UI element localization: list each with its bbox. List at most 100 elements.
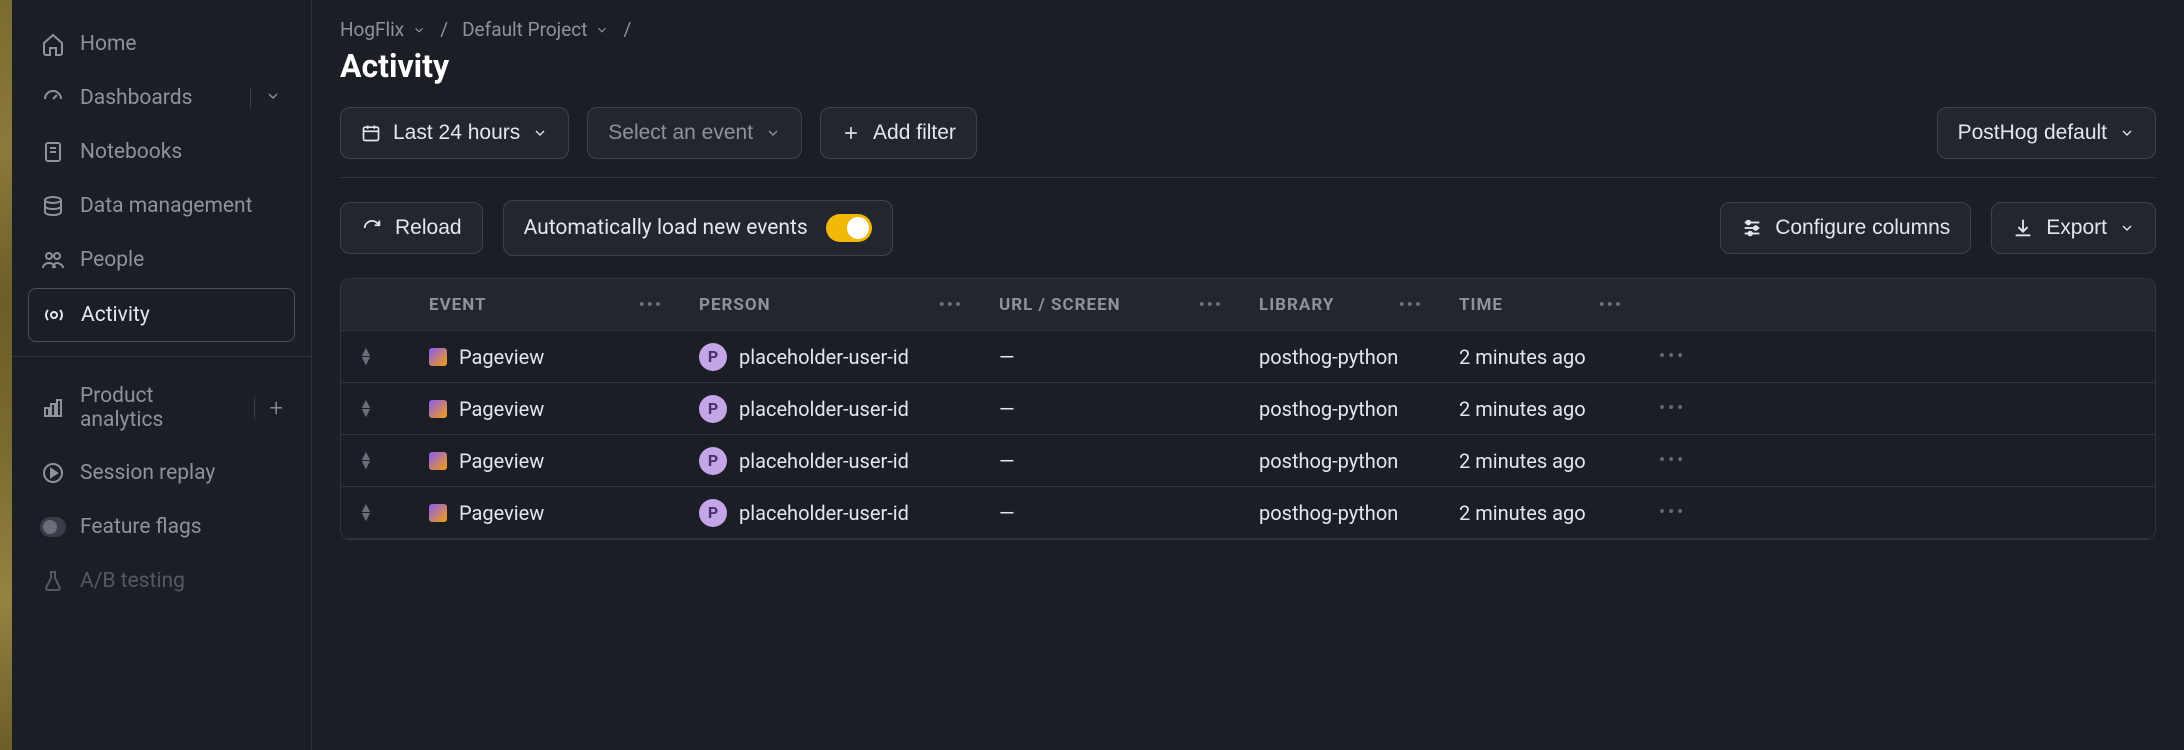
event-name: Pageview	[459, 449, 544, 473]
person-id: placeholder-user-id	[739, 449, 909, 473]
date-range-button[interactable]: Last 24 hours	[340, 107, 569, 159]
expand-handle-icon[interactable]: ▲▼	[359, 452, 373, 469]
url-screen-value: —	[999, 345, 1015, 369]
configure-columns-button[interactable]: Configure columns	[1720, 202, 1971, 254]
col-library[interactable]: LIBRARY •••	[1241, 295, 1441, 315]
divider	[250, 87, 251, 109]
event-type-icon	[429, 348, 447, 366]
avatar: P	[699, 395, 727, 423]
sidebar-item-notebooks[interactable]: Notebooks	[28, 126, 295, 178]
play-icon	[40, 460, 66, 486]
column-menu-icon[interactable]: •••	[1599, 295, 1623, 315]
col-label: LIBRARY	[1259, 295, 1334, 315]
sidebar-item-label: Dashboards	[80, 86, 236, 110]
sidebar-item-label: Activity	[81, 303, 282, 327]
time-value: 2 minutes ago	[1459, 501, 1586, 525]
row-menu-icon[interactable]: •••	[1641, 398, 1711, 419]
add-filter-label: Add filter	[873, 121, 956, 145]
plus-icon[interactable]: +	[269, 394, 283, 422]
column-menu-icon[interactable]: •••	[1199, 295, 1223, 315]
person-id: placeholder-user-id	[739, 397, 909, 421]
breadcrumb-project[interactable]: Default Project	[462, 18, 609, 41]
col-url[interactable]: URL / SCREEN •••	[981, 295, 1241, 315]
sidebar-divider	[12, 356, 311, 357]
action-toolbar: Reload Automatically load new events Con…	[340, 200, 2156, 256]
sidebar-item-label: Product analytics	[80, 384, 240, 432]
avatar: P	[699, 447, 727, 475]
auto-load-switch[interactable]	[826, 214, 872, 242]
sidebar-item-data-management[interactable]: Data management	[28, 180, 295, 232]
export-button[interactable]: Export	[1991, 202, 2156, 254]
activity-icon	[41, 302, 67, 328]
table-row[interactable]: ▲▼ Pageview Pplaceholder-user-id — posth…	[341, 487, 2155, 539]
toggle-icon	[40, 514, 66, 540]
table-row[interactable]: ▲▼ Pageview Pplaceholder-user-id — posth…	[341, 383, 2155, 435]
sidebar-item-session-replay[interactable]: Session replay	[28, 447, 295, 499]
reload-button[interactable]: Reload	[340, 202, 483, 254]
add-filter-button[interactable]: Add filter	[820, 107, 977, 159]
column-menu-icon[interactable]: •••	[639, 295, 663, 315]
people-icon	[40, 247, 66, 273]
avatar: P	[699, 499, 727, 527]
event-select-button[interactable]: Select an event	[587, 107, 802, 159]
col-label: EVENT	[429, 295, 487, 315]
bar-chart-icon	[40, 395, 66, 421]
sliders-icon	[1741, 217, 1763, 239]
breadcrumb-org-label: HogFlix	[340, 18, 404, 41]
row-menu-icon[interactable]: •••	[1641, 450, 1711, 471]
calendar-icon	[361, 123, 381, 143]
sidebar-item-feature-flags[interactable]: Feature flags	[28, 501, 295, 553]
event-type-icon	[429, 504, 447, 522]
event-type-icon	[429, 452, 447, 470]
library-value: posthog-python	[1259, 449, 1398, 473]
column-menu-icon[interactable]: •••	[939, 295, 963, 315]
flask-icon	[40, 568, 66, 594]
sidebar-item-label: Notebooks	[80, 140, 283, 164]
avatar: P	[699, 343, 727, 371]
expand-handle-icon[interactable]: ▲▼	[359, 504, 373, 521]
col-person[interactable]: PERSON •••	[681, 295, 981, 315]
gauge-icon	[40, 85, 66, 111]
breadcrumb-project-label: Default Project	[462, 18, 587, 41]
divider	[254, 397, 255, 419]
sidebar-item-activity[interactable]: Activity	[28, 288, 295, 342]
chevron-down-icon[interactable]	[265, 86, 283, 110]
chevron-down-icon	[595, 23, 609, 37]
column-config-button[interactable]: PostHog default	[1937, 107, 2156, 159]
column-config-label: PostHog default	[1958, 121, 2107, 145]
col-label: PERSON	[699, 295, 771, 315]
person-id: placeholder-user-id	[739, 345, 909, 369]
sidebar-item-label: Home	[80, 32, 283, 56]
window-edge-strip	[0, 0, 12, 750]
expand-handle-icon[interactable]: ▲▼	[359, 400, 373, 417]
expand-handle-icon[interactable]: ▲▼	[359, 348, 373, 365]
breadcrumb: HogFlix / Default Project /	[340, 18, 2156, 41]
sidebar-item-product-analytics[interactable]: Product analytics +	[28, 371, 295, 445]
table-row[interactable]: ▲▼ Pageview Pplaceholder-user-id — posth…	[341, 435, 2155, 487]
library-value: posthog-python	[1259, 501, 1398, 525]
chevron-down-icon	[2119, 220, 2135, 236]
col-event[interactable]: EVENT •••	[411, 295, 681, 315]
sidebar-item-ab-testing[interactable]: A/B testing	[28, 555, 295, 607]
sidebar-item-label: Feature flags	[80, 515, 283, 539]
breadcrumb-sep: /	[440, 18, 448, 41]
library-value: posthog-python	[1259, 397, 1398, 421]
sidebar-item-people[interactable]: People	[28, 234, 295, 286]
col-time[interactable]: TIME •••	[1441, 295, 1641, 315]
row-menu-icon[interactable]: •••	[1641, 346, 1711, 367]
breadcrumb-org[interactable]: HogFlix	[340, 18, 426, 41]
chevron-down-icon	[532, 125, 548, 141]
url-screen-value: —	[999, 501, 1015, 525]
row-menu-icon[interactable]: •••	[1641, 502, 1711, 523]
divider	[340, 177, 2156, 178]
filter-toolbar: Last 24 hours Select an event Add filter…	[340, 107, 2156, 159]
auto-load-label: Automatically load new events	[524, 216, 808, 240]
sidebar-item-dashboards[interactable]: Dashboards	[28, 72, 295, 124]
sidebar-item-label: A/B testing	[80, 569, 283, 593]
column-menu-icon[interactable]: •••	[1399, 295, 1423, 315]
sidebar-item-home[interactable]: Home	[28, 18, 295, 70]
person-id: placeholder-user-id	[739, 501, 909, 525]
events-table: EVENT ••• PERSON ••• URL / SCREEN ••• LI…	[340, 278, 2156, 540]
table-row[interactable]: ▲▼ Pageview Pplaceholder-user-id — posth…	[341, 331, 2155, 383]
library-value: posthog-python	[1259, 345, 1398, 369]
